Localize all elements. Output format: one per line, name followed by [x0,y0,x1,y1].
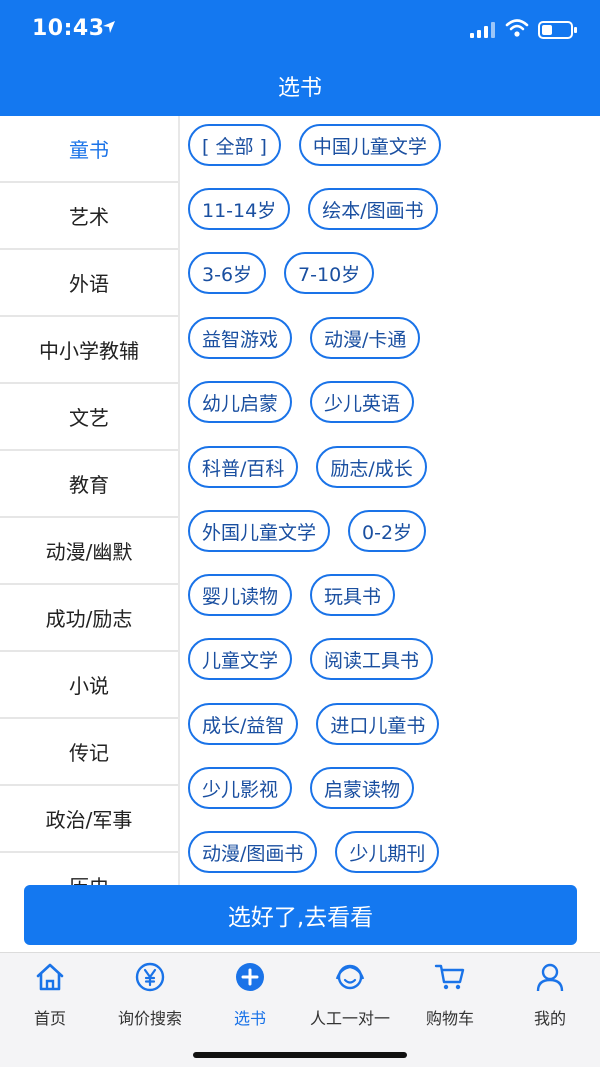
sidebar-item[interactable]: 教育 [0,451,178,518]
yen-icon [135,962,165,992]
tag-chip[interactable]: 动漫/卡通 [310,317,421,359]
tag-row: 3-6岁 7-10岁 [188,252,392,294]
sidebar-item[interactable]: 传记 [0,719,178,786]
sidebar-item[interactable]: 政治/军事 [0,786,178,853]
bottom-tab-bar: 首页 询价搜索 选书 人工一对一 购物车 我的 [0,952,600,1067]
tab-price-search-label: 询价搜索 [117,1009,182,1028]
tag-row: 幼儿启蒙 少儿英语 [188,381,432,423]
home-icon [36,963,64,991]
confirm-selection-button[interactable]: 选好了,去看看 [24,885,577,945]
tag-row: 科普/百科 励志/成长 [188,446,445,488]
tab-price-search[interactable]: 询价搜索 [100,961,200,1031]
tag-chip[interactable]: 励志/成长 [316,446,427,488]
tab-choose-books-label: 选书 [233,1009,266,1028]
tag-chip[interactable]: 婴儿读物 [188,574,293,616]
tag-chip[interactable]: 启蒙读物 [310,767,415,809]
tag-chip[interactable]: 11-14岁 [188,188,291,230]
tag-panel: [ 全部 ] 中国儿童文学 11-14岁 绘本/图画书 3-6岁 7-10岁 益智游戏 动漫/… [182,116,600,886]
tag-chip[interactable]: 中国儿童文学 [298,124,441,166]
chat-icon [335,964,365,990]
app-header: 10:43 选书 [0,0,600,116]
tab-home-label: 首页 [33,1009,66,1028]
wifi-icon [505,19,529,37]
tag-chip[interactable]: 科普/百科 [188,446,299,488]
tag-chip[interactable]: 进口儿童书 [316,703,440,745]
tab-profile-label: 我的 [533,1009,566,1028]
tag-row: 外国儿童文学 0-2岁 [188,510,444,552]
tag-row: 益智游戏 动漫/卡通 [188,317,438,359]
tag-chip[interactable]: 儿童文学 [188,638,293,680]
tag-chip[interactable]: 幼儿启蒙 [188,381,293,423]
user-icon [536,963,564,992]
tab-personal-service-label: 人工一对一 [309,1009,390,1028]
plus-circle-icon [236,963,264,991]
tag-chip[interactable]: 0-2岁 [348,510,427,552]
sidebar-item[interactable]: 历史 [0,853,178,886]
sidebar-item[interactable]: 童书 [0,116,178,183]
cart-icon [434,964,465,990]
battery-icon [538,21,577,39]
sidebar-item[interactable]: 中小学教辅 [0,317,178,384]
tag-chip[interactable]: 动漫/图画书 [188,831,318,873]
tag-row: 儿童文学 阅读工具书 [188,638,451,680]
sidebar-item[interactable]: 文艺 [0,384,178,451]
tag-row: 11-14岁 绘本/图画书 [188,188,456,230]
status-bar: 10:43 [0,0,600,60]
tab-personal-service[interactable]: 人工一对一 [300,961,400,1031]
tag-chip[interactable]: 少儿英语 [310,381,415,423]
location-arrow-icon [103,21,115,33]
tag-chip[interactable]: 少儿影视 [188,767,293,809]
sidebar-item[interactable]: 外语 [0,250,178,317]
page-title: 选书 [277,76,322,101]
tag-chip[interactable]: 益智游戏 [188,317,293,359]
tab-profile[interactable]: 我的 [500,961,600,1031]
sidebar-item[interactable]: 成功/励志 [0,585,178,652]
tag-row: 动漫/图画书 少儿期刊 [188,831,457,873]
status-time: 10:43 [32,16,105,41]
tag-row: 少儿影视 启蒙读物 [188,767,432,809]
tab-choose-books[interactable]: 选书 [200,961,300,1031]
tag-chip[interactable]: 成长/益智 [188,703,299,745]
category-sidebar[interactable]: 童书艺术外语中小学教辅文艺教育动漫/幽默成功/励志小说传记政治/军事历史 [0,116,180,886]
tab-cart-label: 购物车 [425,1009,474,1028]
tag-row: 成长/益智 进口儿童书 [188,703,457,745]
sidebar-item[interactable]: 动漫/幽默 [0,518,178,585]
sidebar-item[interactable]: 艺术 [0,183,178,250]
tag-chip[interactable]: 绘本/图画书 [308,188,438,230]
tag-chip[interactable]: [ 全部 ] [188,124,281,166]
cellular-signal-icon [470,22,495,38]
sidebar-item[interactable]: 小说 [0,652,178,719]
tag-chip[interactable]: 玩具书 [310,574,396,616]
tab-home[interactable]: 首页 [0,961,100,1031]
tag-chip[interactable]: 3-6岁 [188,252,267,294]
tag-chip[interactable]: 外国儿童文学 [188,510,331,552]
tag-row: [ 全部 ] 中国儿童文学 [188,124,459,166]
tab-cart[interactable]: 购物车 [400,961,500,1031]
tag-row: 婴儿读物 玩具书 [188,574,413,616]
tag-chip[interactable]: 阅读工具书 [310,638,434,680]
home-indicator [193,1052,407,1058]
tag-chip[interactable]: 少儿期刊 [335,831,440,873]
tag-chip[interactable]: 7-10岁 [284,252,375,294]
